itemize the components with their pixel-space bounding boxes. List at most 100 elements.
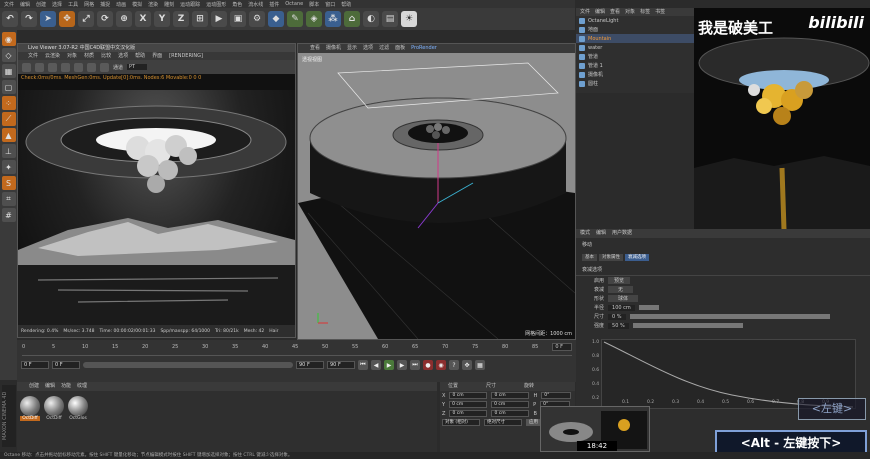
position-y-field[interactable]: 0 cm bbox=[449, 401, 488, 408]
render-settings-icon[interactable]: ⚙ bbox=[249, 11, 265, 27]
vp-menu-item[interactable]: 过滤 bbox=[379, 44, 389, 53]
autokey-icon[interactable]: ◉ bbox=[436, 360, 446, 370]
mode-select[interactable]: PT bbox=[127, 64, 148, 70]
record-icon[interactable]: ● bbox=[423, 360, 433, 370]
tab-falloff[interactable]: 衰减选项 bbox=[625, 254, 649, 261]
object-row[interactable]: water bbox=[576, 43, 694, 52]
tweak-icon[interactable]: ✦ bbox=[1, 160, 16, 174]
object-row[interactable]: Mountain bbox=[576, 34, 694, 43]
lv-menu-item[interactable]: 比较 bbox=[101, 52, 111, 60]
lv-menu-item[interactable]: 帮助 bbox=[135, 52, 145, 60]
goto-start-icon[interactable]: ⏮ bbox=[358, 360, 368, 370]
obj-menu-item[interactable]: 编辑 bbox=[595, 8, 605, 16]
axis-mode-icon[interactable]: ⊥ bbox=[1, 144, 16, 158]
scale-icon[interactable]: ⤢ bbox=[78, 11, 94, 27]
size-x-field[interactable]: 0 cm bbox=[491, 392, 530, 399]
next-key-icon[interactable]: ▶ bbox=[397, 360, 407, 370]
mat-menu-item[interactable]: 纹理 bbox=[77, 382, 87, 391]
menu-item[interactable]: 工具 bbox=[68, 1, 78, 8]
restart-icon[interactable] bbox=[35, 62, 44, 72]
start-frame-field[interactable]: 0 F bbox=[21, 361, 49, 369]
prorender-menu[interactable]: ProRender bbox=[411, 44, 437, 53]
lv-menu-item[interactable]: 对象 bbox=[67, 52, 77, 60]
vp-menu-item[interactable]: 面板 bbox=[395, 44, 405, 53]
render-view-icon[interactable]: ▶ bbox=[211, 11, 227, 27]
lock-icon[interactable]: ⌗ bbox=[1, 192, 16, 206]
frame-range-slider[interactable] bbox=[83, 362, 293, 368]
menu-item[interactable]: 运动图形 bbox=[206, 1, 226, 8]
light-icon[interactable]: ☀ bbox=[401, 11, 417, 27]
radius-field[interactable]: 100 cm bbox=[608, 304, 635, 311]
model-mode-icon[interactable]: ◇ bbox=[1, 48, 16, 62]
lv-menu-item[interactable]: 文件 bbox=[28, 52, 38, 60]
obj-menu-item[interactable]: 查看 bbox=[610, 8, 620, 16]
menu-item[interactable]: 脚本 bbox=[309, 1, 319, 8]
polygons-mode-icon[interactable]: ▲ bbox=[1, 128, 16, 142]
goto-end-icon[interactable]: ⏭ bbox=[410, 360, 420, 370]
pen-icon[interactable]: ✎ bbox=[287, 11, 303, 27]
size-mode-select[interactable]: 绝对尺寸 bbox=[484, 419, 522, 426]
region-icon[interactable] bbox=[74, 62, 83, 72]
vp-menu-item[interactable]: 查看 bbox=[310, 44, 320, 53]
focus-icon[interactable] bbox=[100, 62, 109, 72]
mat-menu-item[interactable]: 功能 bbox=[61, 382, 71, 391]
menu-item[interactable]: 捕捉 bbox=[100, 1, 110, 8]
axis-y-button[interactable]: Y bbox=[154, 11, 170, 27]
attr-menu-item[interactable]: 用户数据 bbox=[612, 229, 632, 238]
size-y-field[interactable]: 0 cm bbox=[491, 401, 530, 408]
end-frame-field[interactable]: 90 F bbox=[327, 361, 355, 369]
object-row[interactable]: 摄像机 bbox=[576, 70, 694, 79]
radius-slider[interactable] bbox=[638, 305, 659, 310]
attr-menu-item[interactable]: 编辑 bbox=[596, 229, 606, 238]
undo-icon[interactable]: ↶ bbox=[2, 11, 18, 27]
axis-x-button[interactable]: X bbox=[135, 11, 151, 27]
lock-icon[interactable] bbox=[87, 62, 96, 72]
min-frame-field[interactable]: 0 F bbox=[52, 361, 80, 369]
axis-z-button[interactable]: Z bbox=[173, 11, 189, 27]
vp-menu-item[interactable]: 显示 bbox=[347, 44, 357, 53]
menu-item[interactable]: Octane bbox=[285, 1, 303, 7]
menu-item[interactable]: 运动跟踪 bbox=[180, 1, 200, 8]
cloner-icon[interactable]: ⁂ bbox=[325, 11, 341, 27]
stop-icon[interactable] bbox=[61, 62, 70, 72]
make-editable-icon[interactable]: ◉ bbox=[1, 32, 16, 46]
attr-menu-item[interactable]: 模式 bbox=[580, 229, 590, 238]
material-item[interactable]: OctDiff bbox=[44, 396, 64, 421]
menu-item[interactable]: 雕刻 bbox=[164, 1, 174, 8]
menu-item[interactable]: 流水线 bbox=[248, 1, 263, 8]
menu-item[interactable]: 文件 bbox=[4, 1, 14, 8]
edges-mode-icon[interactable]: ⟋ bbox=[1, 112, 16, 126]
object-row[interactable]: 地面 bbox=[576, 25, 694, 34]
falloff-select[interactable]: 无 bbox=[608, 286, 634, 293]
texture-mode-icon[interactable]: ▦ bbox=[1, 64, 16, 78]
vp-menu-item[interactable]: 选项 bbox=[363, 44, 373, 53]
material-item[interactable]: OctDiff bbox=[20, 396, 40, 421]
menu-item[interactable]: 渲染 bbox=[148, 1, 158, 8]
menu-item[interactable]: 选择 bbox=[52, 1, 62, 8]
menu-item[interactable]: 角色 bbox=[232, 1, 242, 8]
select-icon[interactable]: ➤ bbox=[40, 11, 56, 27]
object-row[interactable]: 管道 bbox=[576, 52, 694, 61]
grid-icon[interactable]: # bbox=[1, 208, 16, 222]
tab-object[interactable]: 对象属性 bbox=[599, 254, 623, 261]
object-row[interactable]: OctaneLight bbox=[576, 16, 694, 25]
rotation-h-field[interactable]: 0° bbox=[541, 392, 572, 399]
recent-tool-icon[interactable]: ⊕ bbox=[116, 11, 132, 27]
strength-slider[interactable] bbox=[632, 323, 743, 328]
snap-icon[interactable]: S bbox=[1, 176, 16, 190]
subdivision-icon[interactable]: ◈ bbox=[306, 11, 322, 27]
menu-item[interactable]: 窗口 bbox=[325, 1, 335, 8]
mat-menu-item[interactable]: 编辑 bbox=[45, 382, 55, 391]
obj-menu-item[interactable]: 文件 bbox=[580, 8, 590, 16]
lv-menu-item[interactable]: 云渲染 bbox=[45, 52, 60, 60]
cube-icon[interactable]: ◆ bbox=[268, 11, 284, 27]
vp-menu-item[interactable]: 摄像机 bbox=[326, 44, 341, 53]
shape-select[interactable]: 球体 bbox=[608, 295, 639, 302]
perspective-viewport[interactable]: 查看 摄像机 显示 选项 过滤 面板 ProRender 透视视图 网格间距：1… bbox=[297, 43, 576, 340]
coordinate-system-icon[interactable]: ⊞ bbox=[192, 11, 208, 27]
pause-icon[interactable] bbox=[48, 62, 57, 72]
size-z-field[interactable]: 0 cm bbox=[491, 410, 530, 417]
lv-menu-item[interactable]: 界面 bbox=[152, 52, 162, 60]
workplane-icon[interactable]: ▢ bbox=[1, 80, 16, 94]
tab-basic[interactable]: 基本 bbox=[582, 254, 597, 261]
